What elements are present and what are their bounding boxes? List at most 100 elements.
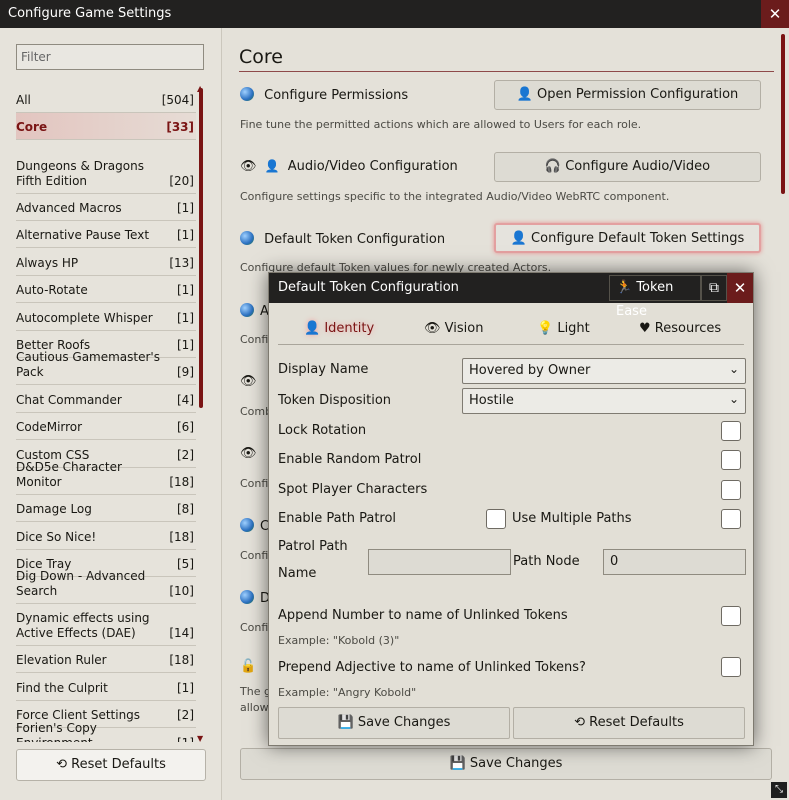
category-count: [1] — [177, 338, 194, 352]
path-patrol-checkbox[interactable] — [486, 509, 506, 529]
disposition-select[interactable]: Hostile ⌄ — [462, 388, 746, 414]
dialog-header: Default Token Configuration 🏃 Token Ease… — [269, 273, 753, 319]
dialog-reset-label: Reset Defaults — [589, 715, 684, 730]
chevron-down-icon: ⌄ — [728, 362, 739, 376]
open-permissions-button[interactable]: 👤 Open Permission Configuration — [494, 80, 761, 110]
multiple-paths-checkbox[interactable] — [721, 509, 741, 529]
spot-players-label: Spot Player Characters — [278, 482, 428, 497]
lock-rotation-checkbox[interactable] — [721, 421, 741, 441]
category-name: Always HP — [16, 256, 79, 270]
tab-light[interactable]: 💡 Light — [537, 321, 590, 336]
reset-icon: ⟲ — [574, 715, 586, 730]
save-icon: 💾 — [337, 715, 354, 730]
reset-defaults-button[interactable]: ⟲ Reset Defaults — [16, 749, 206, 781]
disposition-value: Hostile — [469, 393, 514, 408]
lightbulb-icon: 💡 — [537, 321, 554, 336]
sidebar-scrollbar[interactable] — [199, 88, 203, 408]
configure-av-button[interactable]: 🎧 Configure Audio/Video — [494, 152, 761, 182]
open-permissions-label: Open Permission Configuration — [537, 87, 739, 102]
window-title: Configure Game Settings — [8, 6, 172, 21]
multiple-paths-label: Use Multiple Paths — [512, 511, 632, 526]
category-item[interactable]: Chat Commander [4] — [16, 386, 196, 413]
category-item[interactable]: Always HP [13] — [16, 249, 196, 276]
path-node-input[interactable]: 0 — [603, 549, 746, 575]
window-header: Configure Game Settings ✕ — [0, 0, 789, 28]
close-icon[interactable]: ✕ — [761, 0, 789, 28]
category-count: [18] — [169, 530, 194, 544]
configure-token-label: Configure Default Token Settings — [531, 231, 745, 246]
category-item[interactable]: Forien's Copy Environment [1] — [16, 721, 196, 742]
category-name: D&D5e Character Monitor — [16, 460, 122, 489]
dialog-reset-button[interactable]: ⟲ Reset Defaults — [513, 707, 745, 739]
display-name-select[interactable]: Hovered by Owner ⌄ — [462, 358, 746, 384]
display-name-value: Hovered by Owner — [469, 363, 591, 378]
prepend-adjective-checkbox[interactable] — [721, 657, 741, 677]
category-item[interactable]: Dice So Nice! [18] — [16, 523, 196, 550]
dialog-save-label: Save Changes — [357, 715, 451, 730]
permissions-hint: Fine tune the permitted actions which ar… — [240, 118, 642, 131]
lock-rotation-label: Lock Rotation — [278, 423, 367, 438]
category-item[interactable]: CodeMirror [6] — [16, 413, 196, 440]
category-count: [1] — [177, 283, 194, 297]
category-item[interactable]: D&D5e Character Monitor [18] — [16, 460, 196, 495]
filter-input[interactable]: Filter — [16, 44, 204, 70]
category-name: Dungeons & Dragons Fifth Edition — [16, 159, 144, 188]
category-name: Find the Culprit — [16, 681, 108, 695]
partial-hint: allow — [240, 701, 269, 714]
category-count: [1] — [177, 228, 194, 242]
category-item[interactable]: Dig Down - Advanced Search [10] — [16, 569, 196, 604]
tab-label: Identity — [324, 321, 375, 336]
category-count: [1] — [177, 736, 194, 742]
tab-label: Vision — [444, 321, 484, 336]
disposition-label: Token Disposition — [278, 393, 392, 408]
category-item[interactable]: Core [33] — [16, 113, 196, 140]
patrol-path-name-input[interactable] — [368, 549, 511, 575]
path-node-label: Path Node — [513, 554, 580, 569]
tab-label: Resources — [654, 321, 722, 336]
category-name: Dig Down - Advanced Search — [16, 569, 146, 598]
category-item[interactable]: Autocomplete Whisper [1] — [16, 304, 196, 331]
random-patrol-checkbox[interactable] — [721, 450, 741, 470]
category-item[interactable]: Find the Culprit [1] — [16, 674, 196, 701]
close-icon[interactable]: ✕ — [727, 273, 753, 303]
permissions-label: Configure Permissions — [264, 88, 409, 103]
save-changes-button[interactable]: 💾 Save Changes — [240, 748, 772, 780]
category-count: [1] — [177, 311, 194, 325]
spot-players-checkbox[interactable] — [721, 480, 741, 500]
tab-resources[interactable]: ♥ Resources — [639, 321, 721, 336]
category-item[interactable]: Dungeons & Dragons Fifth Edition [20] — [16, 140, 196, 194]
category-name: All — [16, 93, 31, 107]
category-item[interactable]: Auto-Rotate [1] — [16, 276, 196, 303]
category-count: [8] — [177, 502, 194, 516]
category-count: [4] — [177, 393, 194, 407]
popout-icon[interactable]: ⧉ — [701, 275, 727, 301]
category-name: Damage Log — [16, 502, 92, 516]
token-ease-button[interactable]: 🏃 Token Ease — [609, 275, 701, 319]
dialog-save-button[interactable]: 💾 Save Changes — [278, 707, 510, 739]
av-hint: Configure settings specific to the integ… — [240, 190, 670, 203]
category-item[interactable]: All [504] — [16, 86, 196, 113]
tab-vision[interactable]: 👁 Vision — [424, 321, 483, 336]
category-item[interactable]: Damage Log [8] — [16, 495, 196, 522]
prepend-example: Example: "Angry Kobold" — [278, 686, 417, 699]
category-item[interactable]: Alternative Pause Text [1] — [16, 221, 196, 248]
category-name: Elevation Ruler — [16, 653, 107, 667]
scroll-down-icon[interactable]: ▼ — [197, 734, 203, 743]
resize-handle-icon[interactable]: ⤡ — [771, 782, 787, 798]
globe-icon — [240, 303, 254, 317]
category-item[interactable]: Advanced Macros [1] — [16, 194, 196, 221]
category-name: Dynamic effects using Active Effects (DA… — [16, 611, 150, 640]
eye-icon: 👁 — [240, 159, 257, 174]
main-scrollbar[interactable] — [781, 34, 785, 194]
category-item[interactable]: Cautious Gamemaster's Pack [9] — [16, 350, 196, 385]
globe-icon — [240, 590, 254, 604]
category-count: [10] — [169, 584, 194, 598]
configure-token-button[interactable]: 👤 Configure Default Token Settings — [494, 223, 761, 253]
category-item[interactable]: Elevation Ruler [18] — [16, 646, 196, 673]
category-count: [33] — [166, 120, 194, 134]
category-name: Advanced Macros — [16, 201, 122, 215]
append-number-checkbox[interactable] — [721, 606, 741, 626]
category-item[interactable]: Dynamic effects using Active Effects (DA… — [16, 604, 196, 646]
tab-identity[interactable]: 👤 Identity — [304, 321, 374, 336]
user-icon: 👤 — [304, 321, 321, 336]
